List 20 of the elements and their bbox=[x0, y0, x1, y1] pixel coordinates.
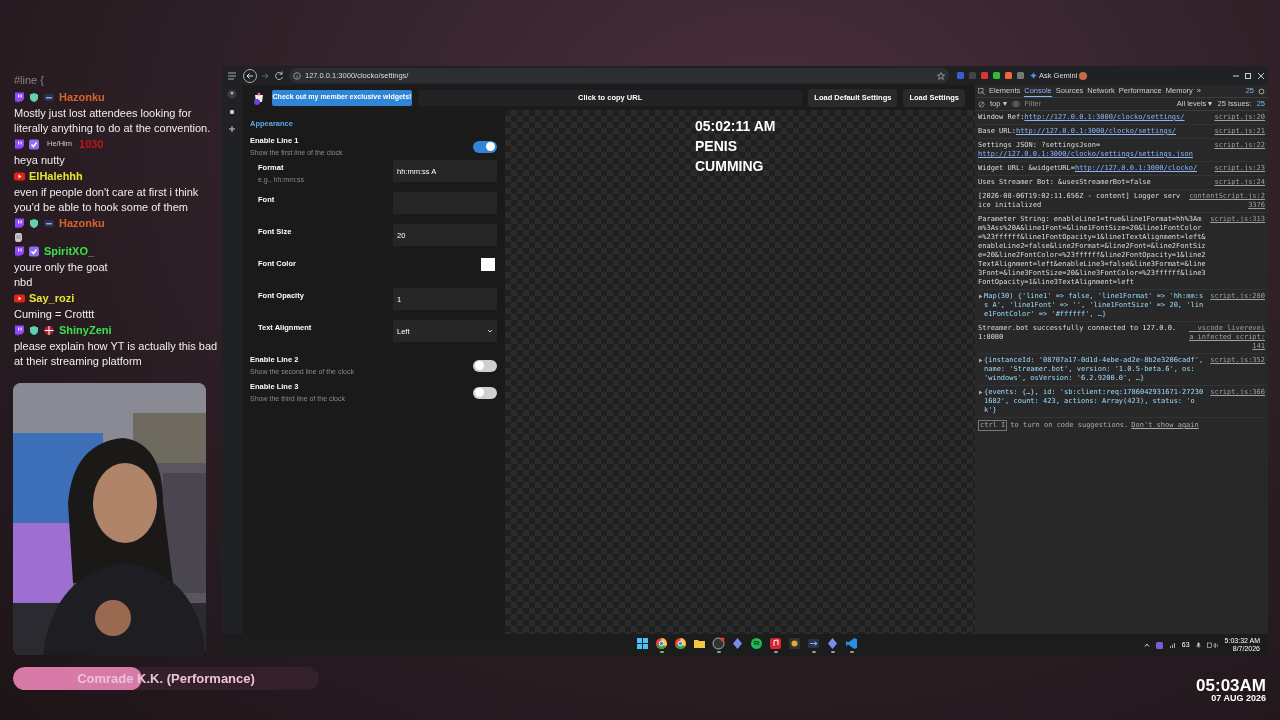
stream-clock: 05:03AM bbox=[1196, 677, 1266, 694]
chat-message: heya nutty bbox=[14, 152, 66, 168]
chat-message: youre only the goat bbox=[14, 259, 109, 275]
clock-line: 05:02:11 AM bbox=[695, 117, 777, 136]
username: ShinyZeni bbox=[59, 322, 112, 338]
chat-text: #line { bbox=[14, 73, 45, 88]
chat-message: even if people don't care at first i think you'd be able to hook some of them bbox=[14, 184, 200, 215]
chat-message: please explain how YT is actually this bad at their streaming platform bbox=[14, 338, 218, 369]
username: Say_rozi bbox=[29, 290, 75, 306]
chat-message: Mostly just lost attendees looking for literally anything to do at the convention. bbox=[14, 105, 212, 136]
clock-line: CUMMING bbox=[695, 157, 765, 176]
username: Hazonku bbox=[59, 89, 105, 105]
username: 1030 bbox=[79, 136, 104, 152]
username: ElHalehhh bbox=[29, 168, 83, 184]
stream-date: 07 AUG 2026 bbox=[1211, 694, 1266, 703]
chat-message: nbd bbox=[14, 274, 34, 290]
clock-line: PENIS bbox=[695, 137, 738, 156]
chat-message: Cuming = Crotttt bbox=[14, 306, 96, 322]
username: SpiritXO_ bbox=[44, 243, 95, 259]
username: Hazonku bbox=[59, 215, 105, 231]
